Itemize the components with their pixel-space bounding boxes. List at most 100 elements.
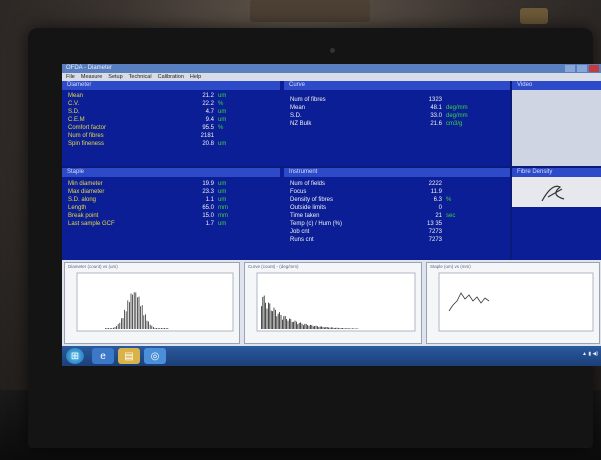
histogram-bar <box>335 327 336 329</box>
result-value: 13 35 <box>426 221 442 227</box>
result-unit: % <box>218 125 224 131</box>
histogram-bar <box>318 327 320 329</box>
fibre-density-header: Fibre Density <box>512 168 601 177</box>
internet-explorer-icon[interactable]: e <box>92 348 114 364</box>
result-label: Job cnt <box>290 229 310 235</box>
result-unit: sec <box>446 213 456 219</box>
histogram-bar <box>356 328 357 329</box>
fibre-sketch-icon <box>541 185 565 202</box>
result-label: Num of fibres <box>68 133 104 139</box>
result-value: 21.6 <box>430 121 442 127</box>
histogram-bar <box>333 327 335 329</box>
menu-file[interactable]: File <box>66 73 75 81</box>
histogram-bar <box>270 310 272 329</box>
chart-title: Diameter (count) vs (um) <box>68 264 118 269</box>
window-title: OFDA - Diameter <box>66 65 113 71</box>
histogram-bar <box>301 323 303 329</box>
result-value: 4.7 <box>205 109 214 115</box>
result-label: Density of fibres <box>290 197 334 203</box>
maximize-button[interactable] <box>577 65 587 72</box>
histogram-bar <box>105 328 106 329</box>
histogram-bar <box>167 328 169 329</box>
webcam-icon <box>330 48 335 53</box>
histogram-bar <box>312 326 314 329</box>
histogram-bar <box>294 320 296 329</box>
diameter-histogram: Diameter (count) vs (um) <box>64 262 240 344</box>
result-value: 33.0 <box>430 113 442 119</box>
histogram-bar <box>339 328 341 329</box>
histogram-bar <box>284 315 286 329</box>
close-button[interactable] <box>589 65 599 72</box>
histogram-bar <box>345 328 346 329</box>
diameter-histogram-plot <box>76 272 234 332</box>
histogram-bar <box>310 324 311 329</box>
result-label: Num of fibres <box>290 97 326 103</box>
curve-header: Curve <box>284 81 510 90</box>
result-value: 11.9 <box>430 189 442 195</box>
result-label: Num of fields <box>290 181 326 187</box>
histogram-bar <box>275 309 276 329</box>
histogram-bar <box>265 302 266 329</box>
histogram-bar <box>354 328 356 329</box>
histogram-bar <box>331 327 332 329</box>
result-label: S.D. <box>290 113 302 119</box>
result-label: NZ Bulk <box>290 121 312 127</box>
menu-measure[interactable]: Measure <box>81 73 102 81</box>
menu-calibration[interactable]: Calibration <box>158 73 184 81</box>
wall-fixture <box>250 0 370 22</box>
histogram-bar <box>108 328 109 329</box>
histogram-bar <box>314 326 315 329</box>
histogram-bar <box>317 326 318 329</box>
histogram-bar <box>307 325 308 329</box>
histogram-bar <box>336 327 338 329</box>
curve-histogram: Curve (count) - (deg/mm) <box>244 262 422 344</box>
histogram-bar <box>268 302 269 329</box>
app-icon[interactable]: ◎ <box>144 348 166 364</box>
histogram-bar <box>159 328 161 329</box>
result-value: 0 <box>438 205 442 211</box>
histogram-bar <box>141 305 143 329</box>
result-unit: um <box>218 93 227 99</box>
result-label: Break point <box>68 213 99 219</box>
fibre-density-preview <box>512 177 601 207</box>
histogram-bar <box>151 325 153 329</box>
menu-help[interactable]: Help <box>190 73 201 81</box>
result-value: 19.9 <box>202 181 214 187</box>
histogram-bar <box>349 328 350 329</box>
plot-area <box>76 272 234 332</box>
staple-profile: Staple (um) vs (mm) <box>426 262 600 344</box>
histogram-bar <box>315 325 317 329</box>
minimize-button[interactable] <box>565 65 575 72</box>
result-label: Last sample GCF <box>68 221 115 227</box>
result-unit: cm3/g <box>446 121 463 127</box>
histogram-bar <box>109 328 111 329</box>
histogram-bar <box>153 327 154 329</box>
menu-setup[interactable]: Setup <box>108 73 122 81</box>
histogram-bar <box>148 321 149 329</box>
histogram-bar <box>106 328 108 329</box>
histogram-bar <box>291 321 293 329</box>
menu-technical[interactable]: Technical <box>129 73 152 81</box>
taskbar: ⊞ e ▤ ◎ ▲ ▮ ◀) <box>62 346 601 366</box>
histogram-bar <box>132 294 133 329</box>
result-value: 9.4 <box>205 117 214 123</box>
histogram-bar <box>298 322 300 329</box>
histogram-bar <box>321 326 322 329</box>
start-orb-icon[interactable]: ⊞ <box>66 348 84 364</box>
histogram-bar <box>157 328 159 329</box>
histogram-bar <box>130 293 132 329</box>
histogram-bar <box>346 328 348 329</box>
result-unit: um <box>218 181 227 187</box>
file-explorer-icon[interactable]: ▤ <box>118 348 140 364</box>
histogram-bar <box>129 302 130 329</box>
chart-title: Staple (um) vs (mm) <box>430 264 471 269</box>
histogram-bar <box>340 328 342 329</box>
result-unit: um <box>218 141 227 147</box>
histogram-bar <box>137 297 138 329</box>
system-tray: ▲ ▮ ◀) <box>582 351 598 357</box>
histogram-bar <box>289 318 290 329</box>
result-label: Mean <box>290 105 306 111</box>
histogram-bar <box>149 324 151 329</box>
result-unit: mm <box>218 205 228 211</box>
histogram-bar <box>140 306 141 329</box>
